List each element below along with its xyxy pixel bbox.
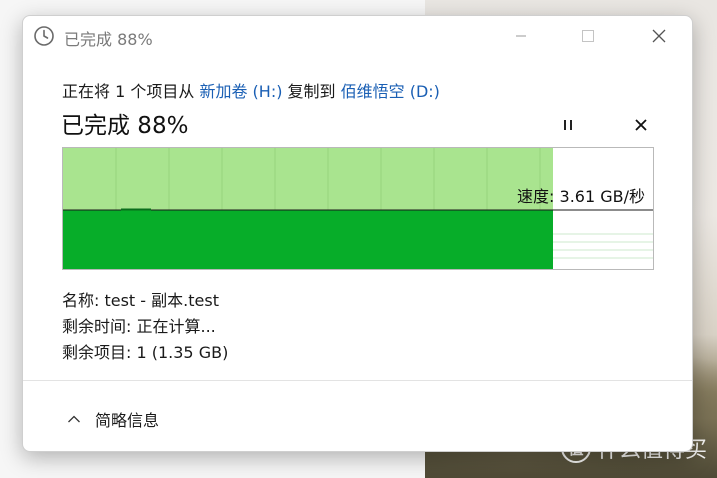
speed-label: 速度: 3.61 GB/秒 — [517, 187, 645, 206]
pause-button[interactable] — [556, 113, 580, 137]
close-button[interactable] — [636, 22, 682, 50]
fewer-details-toggle[interactable]: 简略信息 — [67, 407, 159, 431]
minimize-button[interactable] — [498, 22, 544, 50]
maximize-icon — [582, 30, 594, 42]
fewer-details-label: 简略信息 — [95, 411, 160, 430]
speed-graph-canvas — [63, 148, 653, 269]
clock-icon — [33, 25, 55, 47]
maximize-button[interactable] — [565, 22, 611, 50]
window-title: 已完成 88% — [64, 30, 153, 49]
footer-divider — [23, 380, 692, 381]
transfer-middle: 复制到 — [282, 82, 341, 101]
items-remaining: 剩余项目: 1 (1.35 GB) — [62, 343, 229, 362]
close-icon — [652, 29, 666, 43]
speed-area — [63, 210, 553, 269]
cancel-button[interactable] — [629, 113, 653, 137]
pause-icon — [564, 120, 572, 130]
cancel-icon — [635, 119, 647, 131]
copy-progress-dialog: 已完成 88% 正在将 1 个项目从 新加卷 (H:) 复制到 佰维悟空 (D:… — [22, 15, 693, 452]
source-drive-link[interactable]: 新加卷 (H:) — [199, 82, 282, 101]
file-name: 名称: test - 副本.test — [62, 291, 219, 310]
progress-status: 已完成 88% — [61, 113, 189, 139]
chevron-up-icon — [68, 415, 80, 423]
title-bar[interactable]: 已完成 88% — [23, 16, 692, 56]
transfer-details: 名称: test - 副本.test 剩余时间: 正在计算... 剩余项目: 1… — [62, 287, 228, 365]
time-remaining: 剩余时间: 正在计算... — [62, 317, 216, 336]
minimize-icon — [516, 35, 526, 37]
destination-drive-link[interactable]: 佰维悟空 (D:) — [341, 82, 440, 101]
transfer-prefix: 正在将 1 个项目从 — [62, 82, 200, 101]
transfer-description: 正在将 1 个项目从 新加卷 (H:) 复制到 佰维悟空 (D:) — [62, 78, 440, 102]
speed-graph: 速度: 3.61 GB/秒 — [62, 147, 654, 270]
